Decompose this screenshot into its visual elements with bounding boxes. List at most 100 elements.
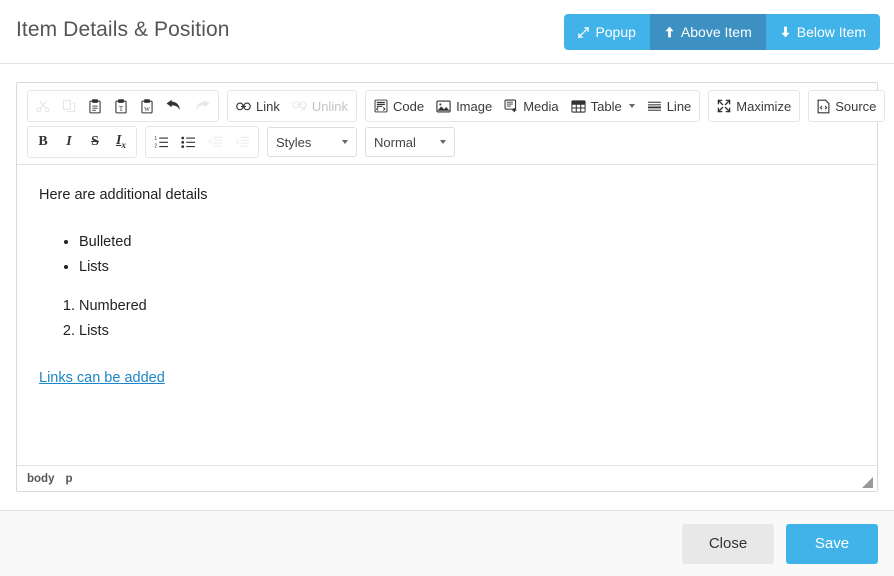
paste-as-text-button[interactable]: T <box>108 93 134 119</box>
bulleted-list-button[interactable] <box>175 129 202 155</box>
maximize-icon <box>717 99 731 113</box>
copy-button[interactable] <box>56 93 82 119</box>
paragraph-format-dropdown[interactable]: Normal <box>365 127 455 157</box>
arrow-up-icon <box>664 26 675 38</box>
svg-text:1: 1 <box>154 136 157 142</box>
clipboard-word-icon: W <box>140 98 154 114</box>
modal-header: Item Details & Position Popup Above Item <box>0 0 894 64</box>
redo-button[interactable] <box>188 93 216 119</box>
toolbar-row-2: B I S Ix 1 2 Styles Normal <box>23 124 871 160</box>
popup-button-label: Popup <box>595 24 636 40</box>
cut-button[interactable] <box>30 93 56 119</box>
save-button[interactable]: Save <box>786 523 878 564</box>
close-button[interactable]: Close <box>682 523 774 564</box>
horizontal-rule-icon <box>647 100 662 113</box>
remove-format-button[interactable]: Ix <box>108 129 134 155</box>
styles-dropdown[interactable]: Styles <box>267 127 357 157</box>
toolbar-row-1: T W Link Unlink Code Image Media Table L… <box>23 88 886 124</box>
media-button-label: Media <box>523 98 559 114</box>
list-item: Bulleted <box>79 232 855 253</box>
clipboard-icon <box>88 98 102 114</box>
strikethrough-icon: S <box>91 134 99 149</box>
element-path-body[interactable]: body <box>27 473 54 485</box>
undo-button[interactable] <box>160 93 188 119</box>
below-item-button[interactable]: Below Item <box>765 14 880 50</box>
unlink-button-label: Unlink <box>311 98 348 114</box>
italic-icon: I <box>66 134 72 149</box>
undo-arrow-icon <box>166 99 182 113</box>
position-button-group: Popup Above Item Below Item <box>564 14 880 50</box>
image-button-label: Image <box>456 98 493 114</box>
format-tool-group: B I S Ix <box>27 126 137 158</box>
indent-icon <box>235 136 250 149</box>
numbered-list-icon: 1 2 <box>154 136 169 149</box>
outdent-button[interactable] <box>202 129 229 155</box>
line-button[interactable]: Line <box>641 93 698 119</box>
italic-button[interactable]: I <box>56 129 82 155</box>
content-link[interactable]: Links can be added <box>39 368 165 389</box>
code-button-label: Code <box>392 98 425 114</box>
source-tool-group: Source <box>808 90 886 122</box>
outdent-icon <box>208 136 223 149</box>
content-numbered-list: Numbered Lists <box>39 296 855 342</box>
svg-text:W: W <box>144 106 150 112</box>
maximize-button-label: Maximize <box>736 98 792 114</box>
paste-from-word-button[interactable]: W <box>134 93 160 119</box>
content-bulleted-list: Bulleted Lists <box>39 232 855 278</box>
chevron-down-icon <box>342 140 348 144</box>
svg-text:2: 2 <box>154 143 157 148</box>
strikethrough-button[interactable]: S <box>82 129 108 155</box>
page-title: Item Details & Position <box>16 18 230 41</box>
above-item-button[interactable]: Above Item <box>649 14 766 50</box>
bulleted-list-icon <box>181 136 196 149</box>
image-button[interactable]: Image <box>430 93 498 119</box>
popup-button[interactable]: Popup <box>564 14 650 50</box>
element-path-p[interactable]: p <box>65 473 72 485</box>
list-item: Lists <box>79 321 855 342</box>
source-button[interactable]: Source <box>811 93 882 119</box>
insert-tool-group: Code Image Media Table Line <box>364 90 701 122</box>
maximize-tool-group: Maximize <box>708 90 801 122</box>
content-paragraph: Here are additional details <box>39 187 208 203</box>
bold-button[interactable]: B <box>30 129 56 155</box>
link-tool-group: Link Unlink <box>227 90 357 122</box>
copy-icon <box>62 99 76 113</box>
chain-link-icon <box>236 101 251 112</box>
indent-button[interactable] <box>229 129 256 155</box>
list-item: Numbered <box>79 296 855 317</box>
chevron-down-icon <box>628 104 635 108</box>
paste-button[interactable] <box>82 93 108 119</box>
styles-dropdown-value: Styles <box>276 134 312 150</box>
code-button[interactable]: Code <box>368 93 430 119</box>
editor-toolbar: T W Link Unlink Code Image Media Table L… <box>17 83 886 165</box>
list-tool-group: 1 2 <box>145 126 259 158</box>
link-button-label: Link <box>256 98 280 114</box>
paragraph-format-value: Normal <box>374 134 416 150</box>
list-item: Lists <box>79 257 855 278</box>
clipboard-text-icon: T <box>114 98 128 114</box>
broken-chain-icon <box>292 100 307 112</box>
clipboard-tool-group: T W <box>27 90 219 122</box>
modal-footer: Close Save <box>0 510 894 576</box>
arrow-down-icon <box>780 26 791 38</box>
chevron-down-icon <box>440 140 446 144</box>
rich-text-editor: T W Link Unlink Code Image Media Table L… <box>16 82 886 492</box>
numbered-list-button[interactable]: 1 2 <box>148 129 175 155</box>
link-button[interactable]: Link <box>230 93 286 119</box>
editor-element-path: body p <box>17 465 877 491</box>
table-button-label: Table <box>590 98 622 114</box>
code-block-icon <box>374 99 388 113</box>
modal-body: T W Link Unlink Code Image Media Table L… <box>0 64 894 510</box>
maximize-button[interactable]: Maximize <box>711 93 797 119</box>
table-button[interactable]: Table <box>565 93 641 119</box>
svg-text:T: T <box>119 104 124 112</box>
media-button[interactable]: Media <box>498 93 564 119</box>
below-item-button-label: Below Item <box>796 24 866 40</box>
unlink-button[interactable]: Unlink <box>286 93 354 119</box>
above-item-button-label: Above Item <box>680 24 752 40</box>
editor-content-area[interactable]: Here are additional details Bulleted Lis… <box>17 165 877 465</box>
resize-grip[interactable] <box>862 477 873 488</box>
expand-arrows-icon <box>578 26 590 38</box>
image-icon <box>436 100 451 113</box>
media-icon <box>504 99 518 113</box>
